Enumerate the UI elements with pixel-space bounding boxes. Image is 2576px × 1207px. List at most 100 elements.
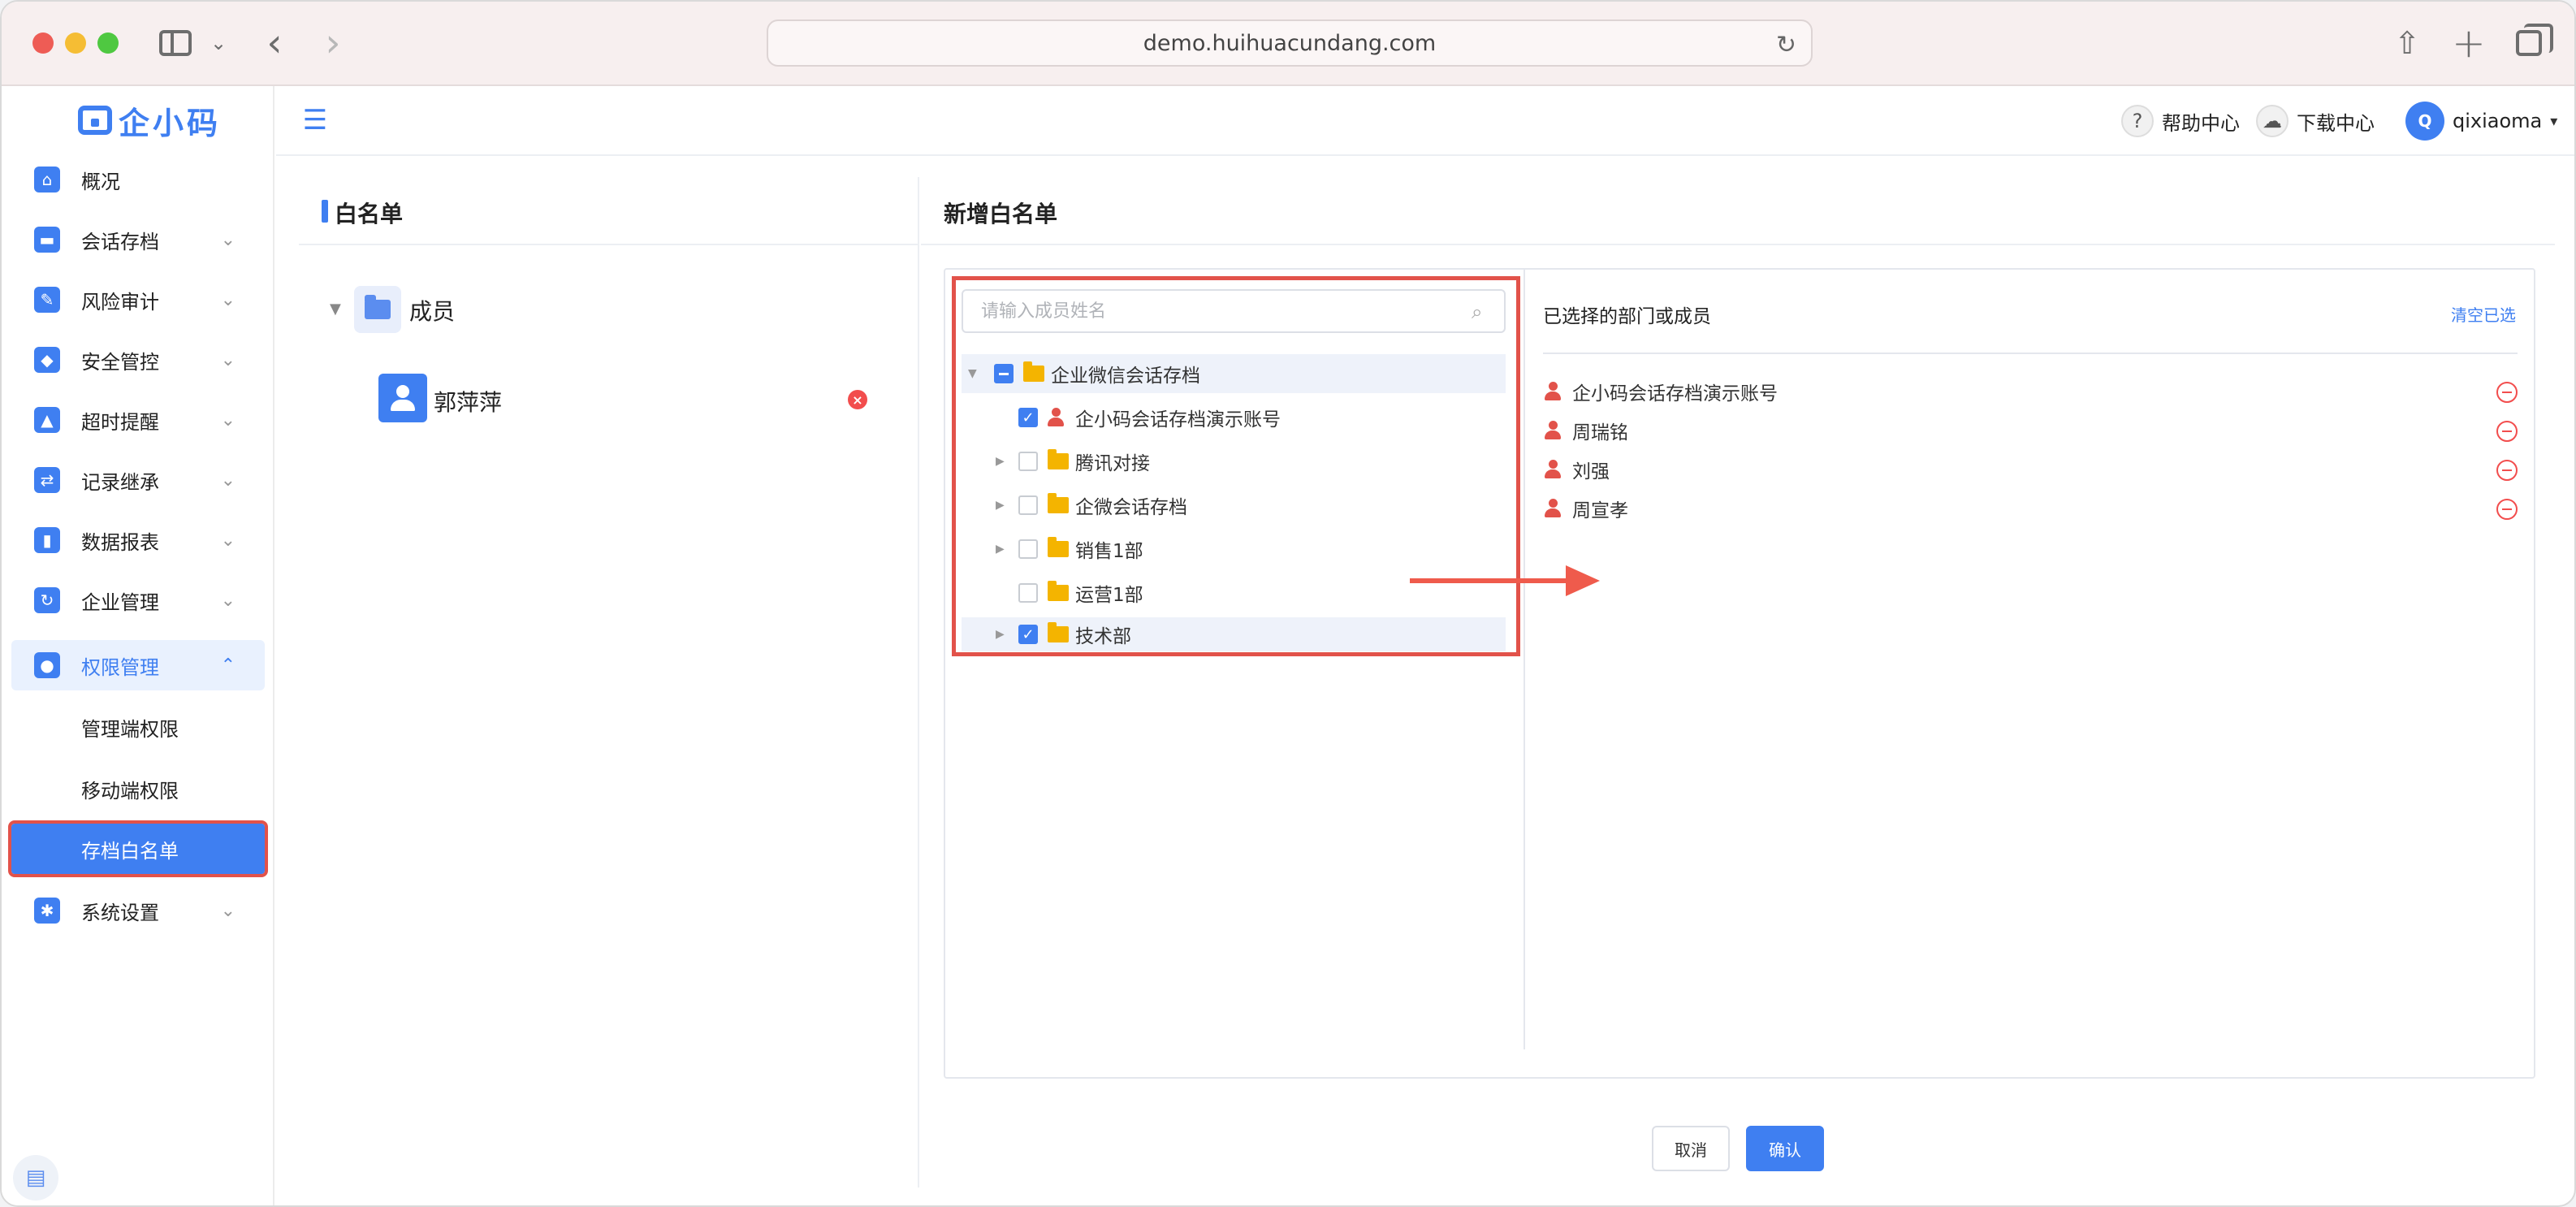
- person-icon: [1543, 498, 1564, 519]
- sub-item-archive-whitelist[interactable]: 存档白名单: [8, 820, 268, 877]
- member-name: 郭萍萍: [434, 389, 503, 416]
- gear-icon: ✱: [34, 898, 60, 924]
- user-menu[interactable]: Q qixiaoma ▾: [2405, 99, 2557, 143]
- selected-divider: [1543, 353, 2518, 354]
- back-icon[interactable]: ‹: [258, 20, 291, 66]
- help-center-label: 帮助中心: [2162, 111, 2240, 135]
- person-icon: [1543, 459, 1564, 480]
- folder-icon: [365, 295, 391, 319]
- add-whitelist-title: 新增白名单: [944, 201, 1058, 227]
- nav-item-permissions[interactable]: ● 权限管理 ⌃: [11, 640, 265, 690]
- nav-item-timeout-alert[interactable]: ▲ 超时提醒 ⌄: [11, 395, 265, 445]
- remove-member-icon[interactable]: ×: [848, 390, 867, 409]
- nav-item-risk-audit[interactable]: ✎ 风险审计 ⌄: [11, 275, 265, 325]
- logo-mark-icon: [78, 106, 112, 135]
- annotation-arrow-line: [1410, 578, 1580, 583]
- caret-down-icon[interactable]: ▼: [330, 301, 341, 318]
- download-center-link[interactable]: ☁ 下载中心: [2256, 104, 2375, 138]
- chevron-down-icon: ⌄: [220, 229, 236, 250]
- nav-item-chat-archive[interactable]: ▬ 会话存档 ⌄: [11, 214, 265, 265]
- app-header: ☰ ? 帮助中心 ☁ 下载中心 Q qixiaoma ▾: [276, 86, 2574, 156]
- question-icon: ?: [2121, 105, 2154, 137]
- chevron-down-icon: ⌄: [220, 900, 236, 921]
- document-icon[interactable]: ▤: [13, 1155, 58, 1201]
- sub-item-label: 管理端权限: [81, 717, 179, 741]
- lock-icon: ●: [34, 652, 60, 678]
- nav-item-record-inherit[interactable]: ⇄ 记录继承 ⌄: [11, 455, 265, 505]
- remove-selected-icon[interactable]: [2496, 499, 2518, 520]
- confirm-button[interactable]: 确认: [1746, 1126, 1824, 1171]
- selected-name: 企小码会话存档演示账号: [1572, 383, 1778, 404]
- close-window-button[interactable]: [32, 32, 54, 54]
- chevron-down-icon: ⌄: [220, 590, 236, 611]
- tree-highlight-box: [952, 276, 1520, 656]
- annotation-arrow-head-icon: [1566, 565, 1600, 596]
- bell-icon: ▲: [34, 407, 60, 433]
- selected-title: 已选择的部门或成员: [1543, 306, 1711, 327]
- logo-text: 企小码: [119, 105, 222, 141]
- chevron-down-icon: ⌄: [220, 349, 236, 370]
- selected-name: 周瑞铭: [1572, 422, 1628, 443]
- nav-item-system-settings[interactable]: ✱ 系统设置 ⌄: [11, 885, 265, 936]
- member-avatar: [378, 374, 427, 422]
- collapse-menu-icon[interactable]: ☰: [299, 104, 331, 136]
- minimize-window-button[interactable]: [65, 32, 86, 54]
- help-center-link[interactable]: ? 帮助中心: [2121, 104, 2240, 138]
- selected-item: 企小码会话存档演示账号: [1543, 375, 2518, 408]
- sub-item-label: 存档白名单: [81, 839, 179, 863]
- caret-down-icon: ▾: [2550, 112, 2558, 130]
- nav-label: 权限管理: [81, 655, 159, 679]
- add-whitelist-panel: 新增白名单 ⌕ ▼ 企业微信会话存档 ✓ 企小码会话存档演示账号 ▶ 腾讯对接: [921, 177, 2555, 1188]
- nav-item-overview[interactable]: ⌂ 概况: [11, 154, 265, 205]
- nav-item-security[interactable]: ◆ 安全管控 ⌄: [11, 335, 265, 385]
- selected-name: 刘强: [1572, 461, 1610, 482]
- nav-label: 数据报表: [81, 530, 159, 554]
- title-accent-bar: [322, 200, 328, 223]
- nav-label: 风险审计: [81, 290, 159, 314]
- group-label: 成员: [409, 298, 456, 325]
- edit-icon: ✎: [34, 287, 60, 313]
- browser-window: ⌄ ‹ › demo.huihuacundang.com ↻ ⇧ + 企小码 ⌂…: [0, 0, 2576, 1207]
- person-icon: [1543, 381, 1564, 402]
- selected-item: 周瑞铭: [1543, 414, 2518, 447]
- nav-item-enterprise[interactable]: ↻ 企业管理 ⌄: [11, 575, 265, 625]
- group-folder[interactable]: [354, 286, 401, 333]
- nav-label: 会话存档: [81, 230, 159, 253]
- chevron-down-icon[interactable]: ⌄: [208, 23, 229, 63]
- transfer-icon: ⇄: [34, 467, 60, 493]
- folder-icon: ▬: [34, 227, 60, 253]
- selected-item: 刘强: [1543, 453, 2518, 486]
- tab-overview-icon[interactable]: [2511, 23, 2553, 63]
- remove-selected-icon[interactable]: [2496, 460, 2518, 481]
- chevron-up-icon: ⌃: [220, 655, 236, 676]
- nav-label: 超时提醒: [81, 410, 159, 434]
- chart-icon: ▮: [34, 527, 60, 553]
- sub-item-admin-permissions[interactable]: 管理端权限: [11, 702, 265, 752]
- picker-divider: [1524, 270, 1525, 1049]
- chevron-down-icon: ⌄: [220, 469, 236, 491]
- home-icon: ⌂: [34, 167, 60, 193]
- zoom-window-button[interactable]: [97, 32, 119, 54]
- nav-label: 概况: [81, 170, 120, 193]
- nav-item-reports[interactable]: ▮ 数据报表 ⌄: [11, 515, 265, 565]
- sync-icon: ↻: [34, 587, 60, 613]
- cloud-download-icon: ☁: [2256, 105, 2289, 137]
- cancel-button[interactable]: 取消: [1652, 1126, 1730, 1171]
- whitelist-title-bar: 白名单: [299, 177, 918, 245]
- reload-icon[interactable]: ↻: [1776, 31, 1796, 59]
- avatar: Q: [2405, 102, 2444, 141]
- add-whitelist-title-bar: 新增白名单: [921, 177, 2555, 245]
- nav-label: 记录继承: [81, 470, 159, 494]
- remove-selected-icon[interactable]: [2496, 421, 2518, 442]
- share-icon[interactable]: ⇧: [2389, 23, 2425, 63]
- browser-titlebar: ⌄ ‹ › demo.huihuacundang.com ↻ ⇧ +: [2, 2, 2574, 86]
- sub-item-mobile-permissions[interactable]: 移动端权限: [11, 764, 265, 814]
- chevron-down-icon: ⌄: [220, 530, 236, 551]
- remove-selected-icon[interactable]: [2496, 382, 2518, 403]
- sidebar-toggle-icon[interactable]: [158, 23, 193, 63]
- download-center-label: 下载中心: [2297, 111, 2375, 135]
- clear-selection-link[interactable]: 清空已选: [2451, 302, 2516, 326]
- new-tab-icon[interactable]: +: [2451, 19, 2487, 67]
- forward-icon[interactable]: ›: [317, 20, 349, 66]
- address-bar[interactable]: demo.huihuacundang.com ↻: [767, 19, 1813, 67]
